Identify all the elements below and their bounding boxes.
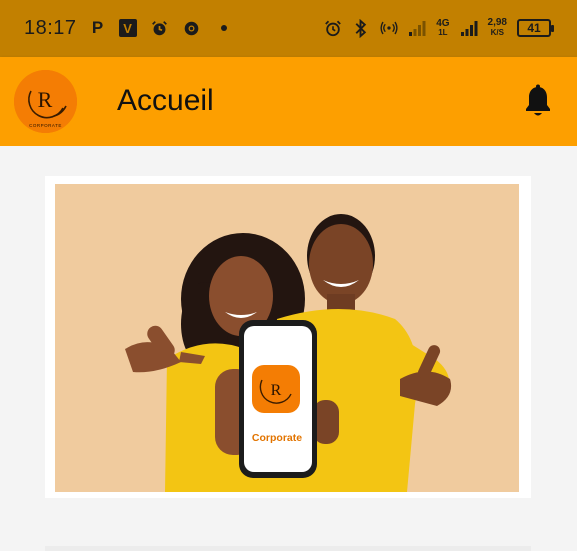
corporate-logo[interactable]: R CORPORATE [14,70,77,133]
hotspot-icon [380,19,398,37]
page-title: Accueil [117,84,214,117]
status-bar: 18:17 P V 4G 1L 2,98 K/S 41 [0,0,577,57]
status-clock: 18:17 [24,16,77,39]
status-left: 18:17 P V [24,14,227,42]
bluetooth-icon [352,18,370,38]
network-type: 4G 1L [436,18,450,38]
next-card-edge [45,546,531,551]
main-content: R Corporate [0,146,577,551]
alarm-icon [324,19,342,37]
logo-caption: CORPORATE [29,123,62,128]
bell-icon[interactable] [523,84,553,118]
status-right: 4G 1L 2,98 K/S 41 [324,14,554,42]
network-speed-unit: K/S [490,28,504,37]
network-speed-value: 2,98 [487,17,507,28]
promo-banner-image: R Corporate [55,184,519,492]
logo-letter: R [38,87,53,112]
promo-banner-card[interactable]: R Corporate [45,176,531,498]
phone-logo-letter: R [271,382,282,399]
v-app-icon: V [118,19,137,37]
p-notification-icon: P [91,18,104,37]
chrome-icon [183,19,201,37]
battery-icon: 41 [517,19,554,37]
network-sub-label: 1L [438,28,448,37]
alarm-icon [151,19,169,37]
more-notifications-dot [220,25,227,31]
network-speed: 2,98 K/S [488,18,507,38]
signal-strength-icon [460,19,478,37]
app-bar: R CORPORATE Accueil [0,57,577,146]
battery-level: 41 [527,21,541,35]
network-type-label: 4G [436,18,450,29]
phone-app-label: Corporate [252,432,302,444]
signal-strength-icon [408,19,426,37]
